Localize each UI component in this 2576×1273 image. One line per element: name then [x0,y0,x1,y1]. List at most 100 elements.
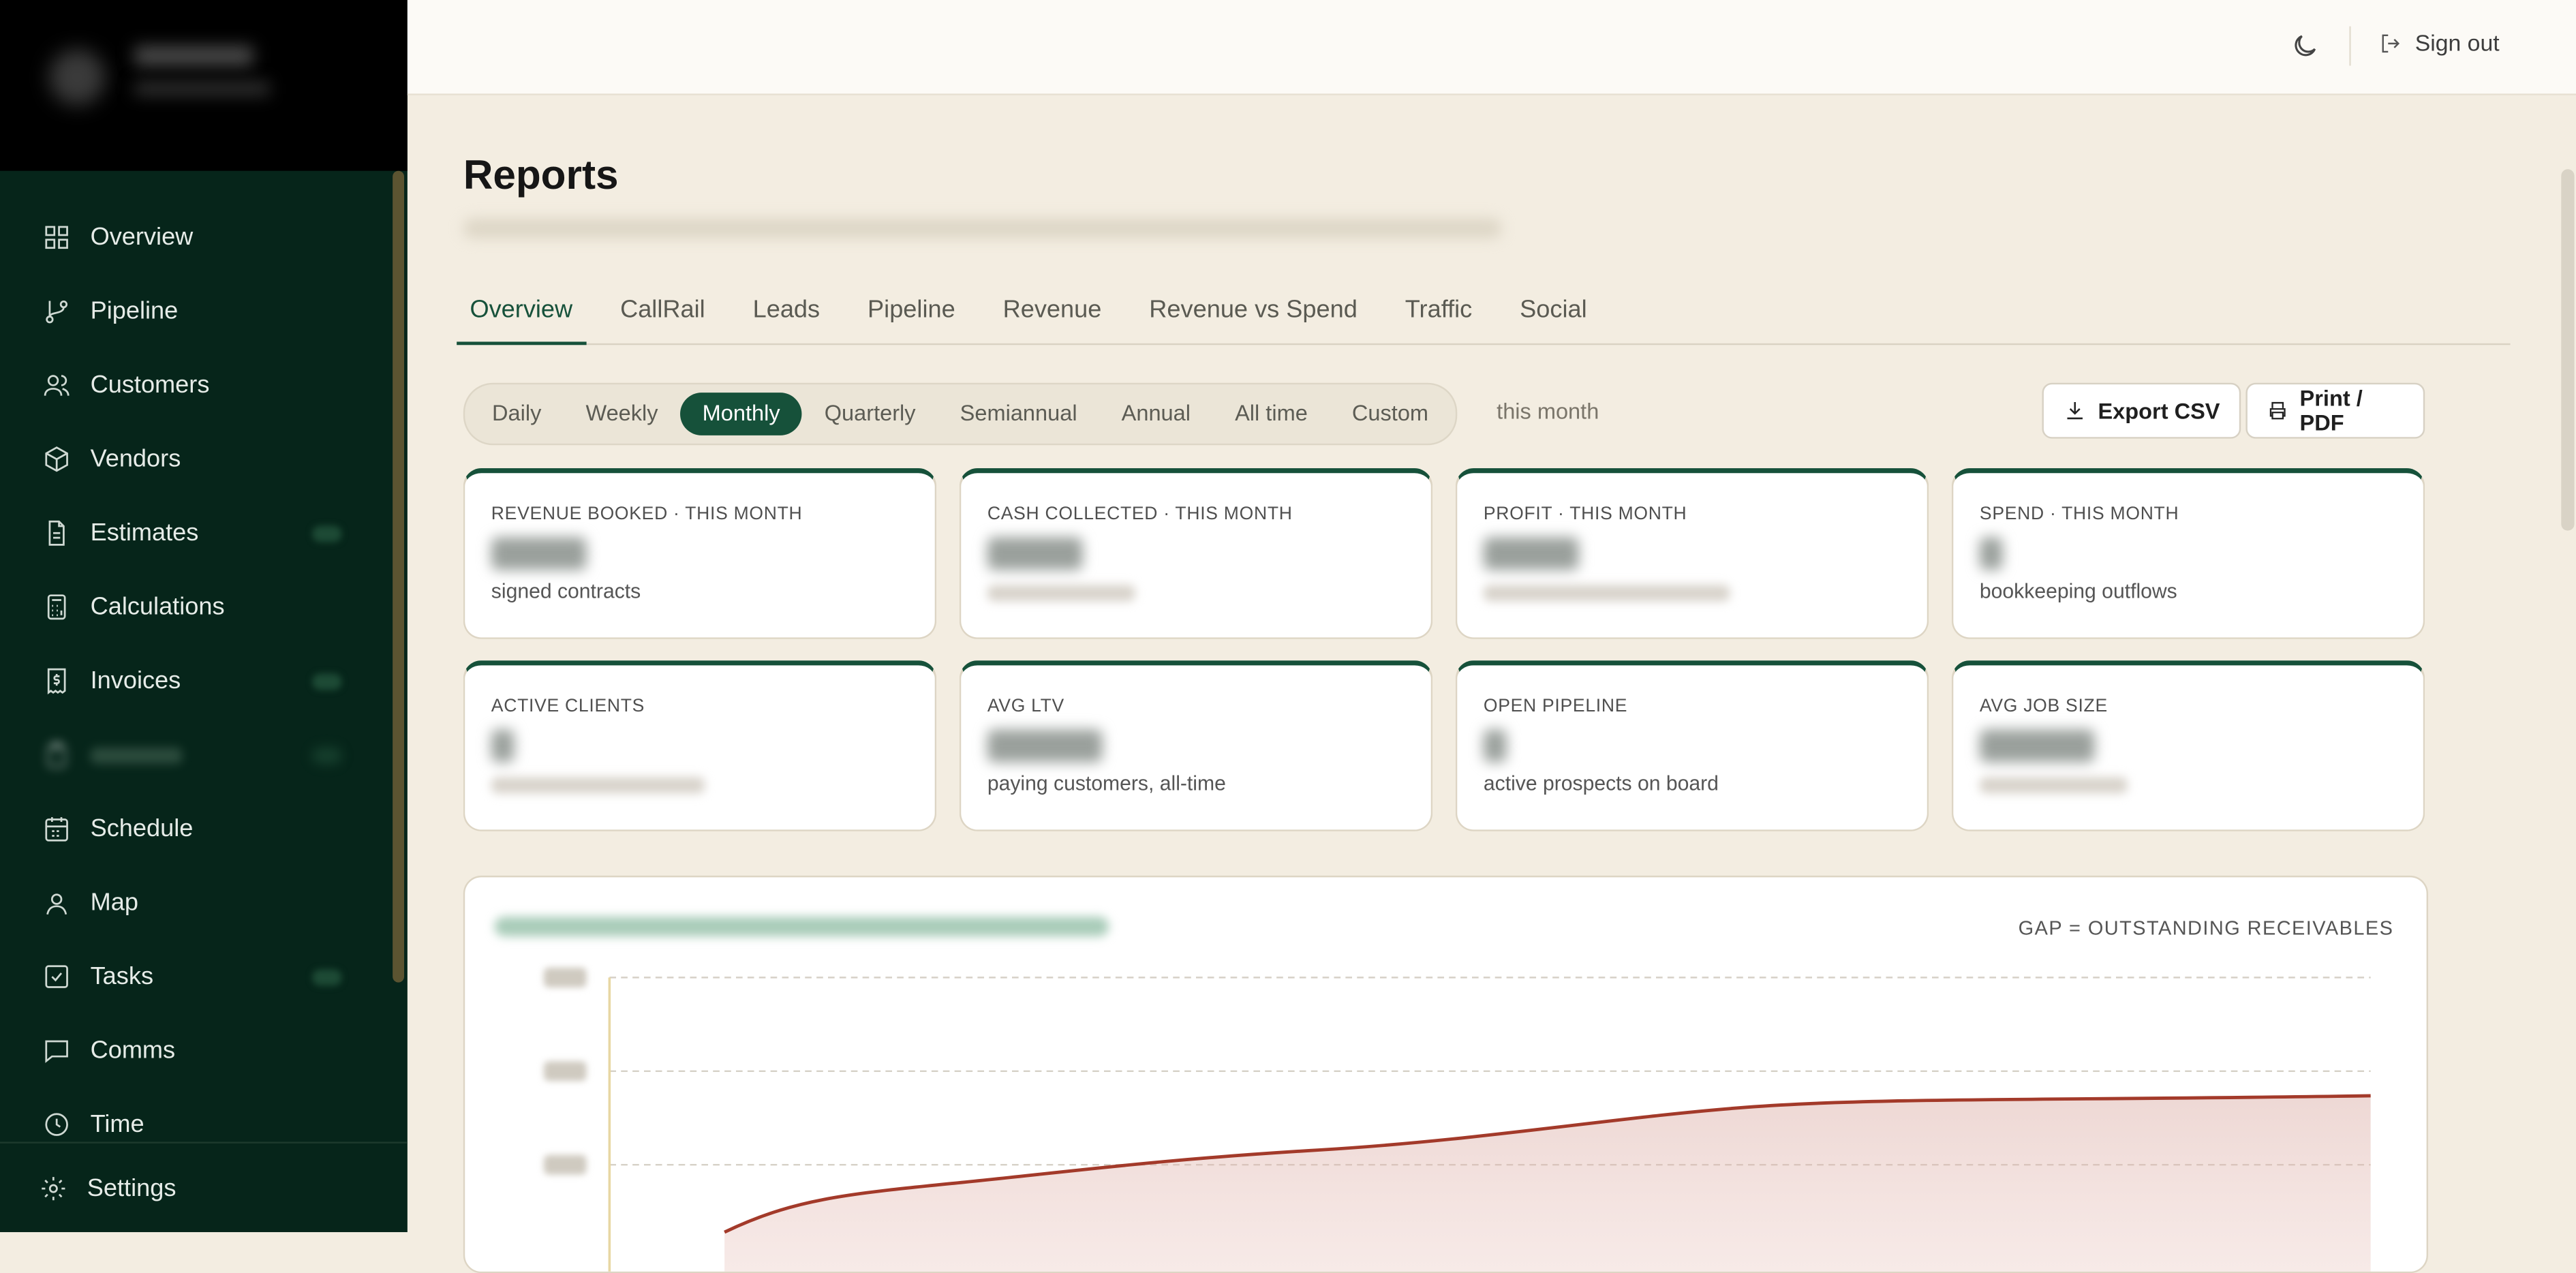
clock-icon [45,1113,68,1136]
count-badge [312,525,342,542]
report-tabs: Overview CallRail Leads Pipeline Revenue… [457,288,2511,346]
kpi-note: paying customers, all-time [987,772,1226,795]
sidebar-item-customers[interactable]: Customers [0,348,408,422]
page-scrollbar[interactable] [2560,93,2576,1232]
sidebar-item-overview[interactable]: Overview [0,200,408,274]
sidebar-item-calculations[interactable]: Calculations [0,570,408,644]
period-all-time[interactable]: All time [1213,393,1330,435]
sidebar-item-label: Map [90,889,138,917]
tab-revenue-vs-spend[interactable]: Revenue vs Spend [1136,288,1370,342]
kpi-note-redacted [491,777,705,794]
sidebar-item-estimates[interactable]: Estimates [0,496,408,570]
sidebar-item-tasks[interactable]: Tasks [0,940,408,1013]
logo-icon [49,49,106,106]
log-out-icon [2382,33,2400,52]
period-semiannual[interactable]: Semiannual [938,393,1099,435]
export-csv-button[interactable]: Export CSV [2042,382,2241,439]
kpi-note-redacted [1979,777,2128,794]
sidebar-item-schedule[interactable]: Schedule [0,792,408,865]
sidebar-item-map[interactable]: Map [0,865,408,939]
period-custom[interactable]: Custom [1330,393,1450,435]
period-quarterly[interactable]: Quarterly [802,393,938,435]
y-tick-label-redacted [543,1061,587,1082]
kpi-note-redacted [1483,585,1730,602]
sidebar-item-invoices[interactable]: Invoices [0,644,408,718]
sidebar-item-label: Comms [90,1037,176,1065]
sign-out-button[interactable]: Sign out [2379,29,2500,56]
tab-revenue[interactable]: Revenue [990,288,1114,342]
scrollbar-thumb[interactable] [2561,169,2575,531]
kpi-value-redacted [987,537,1083,570]
period-annual[interactable]: Annual [1099,393,1212,435]
cumulative-chart [543,967,2371,1272]
kpi-value-redacted [987,729,1103,763]
kpi-label: SPEND · THIS MONTH [1979,504,2179,525]
tab-traffic[interactable]: Traffic [1392,288,1486,342]
sidebar-nav: Overview Pipeline Customers Vendors Esti… [0,200,408,1161]
users-icon [44,375,70,396]
sidebar-item-label: Calculations [90,593,225,622]
sidebar-item-pipeline[interactable]: Pipeline [0,275,408,348]
kpi-label: ACTIVE CLIENTS [491,696,645,717]
sidebar-item-label: Vendors [90,445,181,474]
kpi-card-profit: PROFIT · THIS MONTH [1455,468,1929,639]
booked-area [724,1095,2371,1272]
kpi-note-redacted [987,585,1135,602]
tab-callrail[interactable]: CallRail [607,288,718,342]
period-weekly[interactable]: Weekly [564,393,680,435]
print-pdf-label: Print / PDF [2299,386,2363,435]
receipt-dollar-icon [47,668,66,695]
count-badge [312,746,342,763]
tab-social[interactable]: Social [1507,288,1600,342]
sidebar-scrollbar[interactable] [393,170,405,983]
kpi-note: active prospects on board [1483,772,1719,795]
kpi-card-active-clients: ACTIVE CLIENTS [463,660,937,831]
kpi-value-redacted [1483,537,1579,570]
sidebar-item-vendors[interactable]: Vendors [0,423,408,496]
printer-icon [2269,401,2286,420]
sidebar-item-label-blurred [90,746,183,763]
grid-icon [45,226,68,249]
kpi-card-spend: SPEND · THIS MONTH bookkeeping outflows [1951,468,2425,639]
file-text-icon [48,520,65,546]
kpi-label: REVENUE BOOKED · THIS MONTH [491,504,803,525]
kpi-label: CASH COLLECTED · THIS MONTH [987,504,1293,525]
tab-pipeline[interactable]: Pipeline [855,288,968,342]
sidebar-item-label: Pipeline [90,297,179,326]
sidebar-item-settings[interactable]: Settings [0,1141,408,1232]
page-title: Reports [463,153,619,199]
sidebar-item-comms[interactable]: Comms [0,1013,408,1087]
kpi-label: OPEN PIPELINE [1483,696,1628,717]
period-daily[interactable]: Daily [470,393,563,435]
count-badge [312,673,342,690]
sign-out-label: Sign out [2414,29,2500,56]
kpi-note: bookkeeping outflows [1979,579,2177,603]
topbar: Sign out [407,0,2576,95]
kpi-value-redacted [1979,537,2003,570]
message-icon [45,1040,68,1063]
calendar-icon [45,817,68,842]
clipboard-icon [47,742,66,768]
cumulative-chart-card: GAP = OUTSTANDING RECEIVABLES [463,875,2429,1273]
kpi-label: PROFIT · THIS MONTH [1483,504,1687,525]
tab-leads[interactable]: Leads [739,288,833,342]
count-badge [312,968,342,985]
brand-logo[interactable] [0,0,408,171]
calculator-icon [47,594,66,620]
moon-icon[interactable] [2290,31,2320,61]
kpi-label: AVG JOB SIZE [1979,696,2108,717]
check-square-icon [45,965,68,988]
sidebar: Overview Pipeline Customers Vendors Esti… [0,0,408,1233]
period-label: this month [1497,399,1599,424]
kpi-note: signed contracts [491,579,641,603]
git-branch-icon [46,300,68,324]
sidebar-item-hidden[interactable] [0,718,408,791]
tab-overview[interactable]: Overview [457,288,586,346]
kpi-card-avg-job-size: AVG JOB SIZE [1951,660,2425,831]
sidebar-item-label: Estimates [90,519,199,547]
kpi-card-revenue-booked: REVENUE BOOKED · THIS MONTH signed contr… [463,468,937,639]
print-pdf-button[interactable]: Print / PDF [2245,382,2425,439]
period-monthly[interactable]: Monthly [680,393,803,435]
report-controls: Daily Weekly Monthly Quarterly Semiannua… [463,382,2425,446]
gear-icon [42,1176,65,1200]
